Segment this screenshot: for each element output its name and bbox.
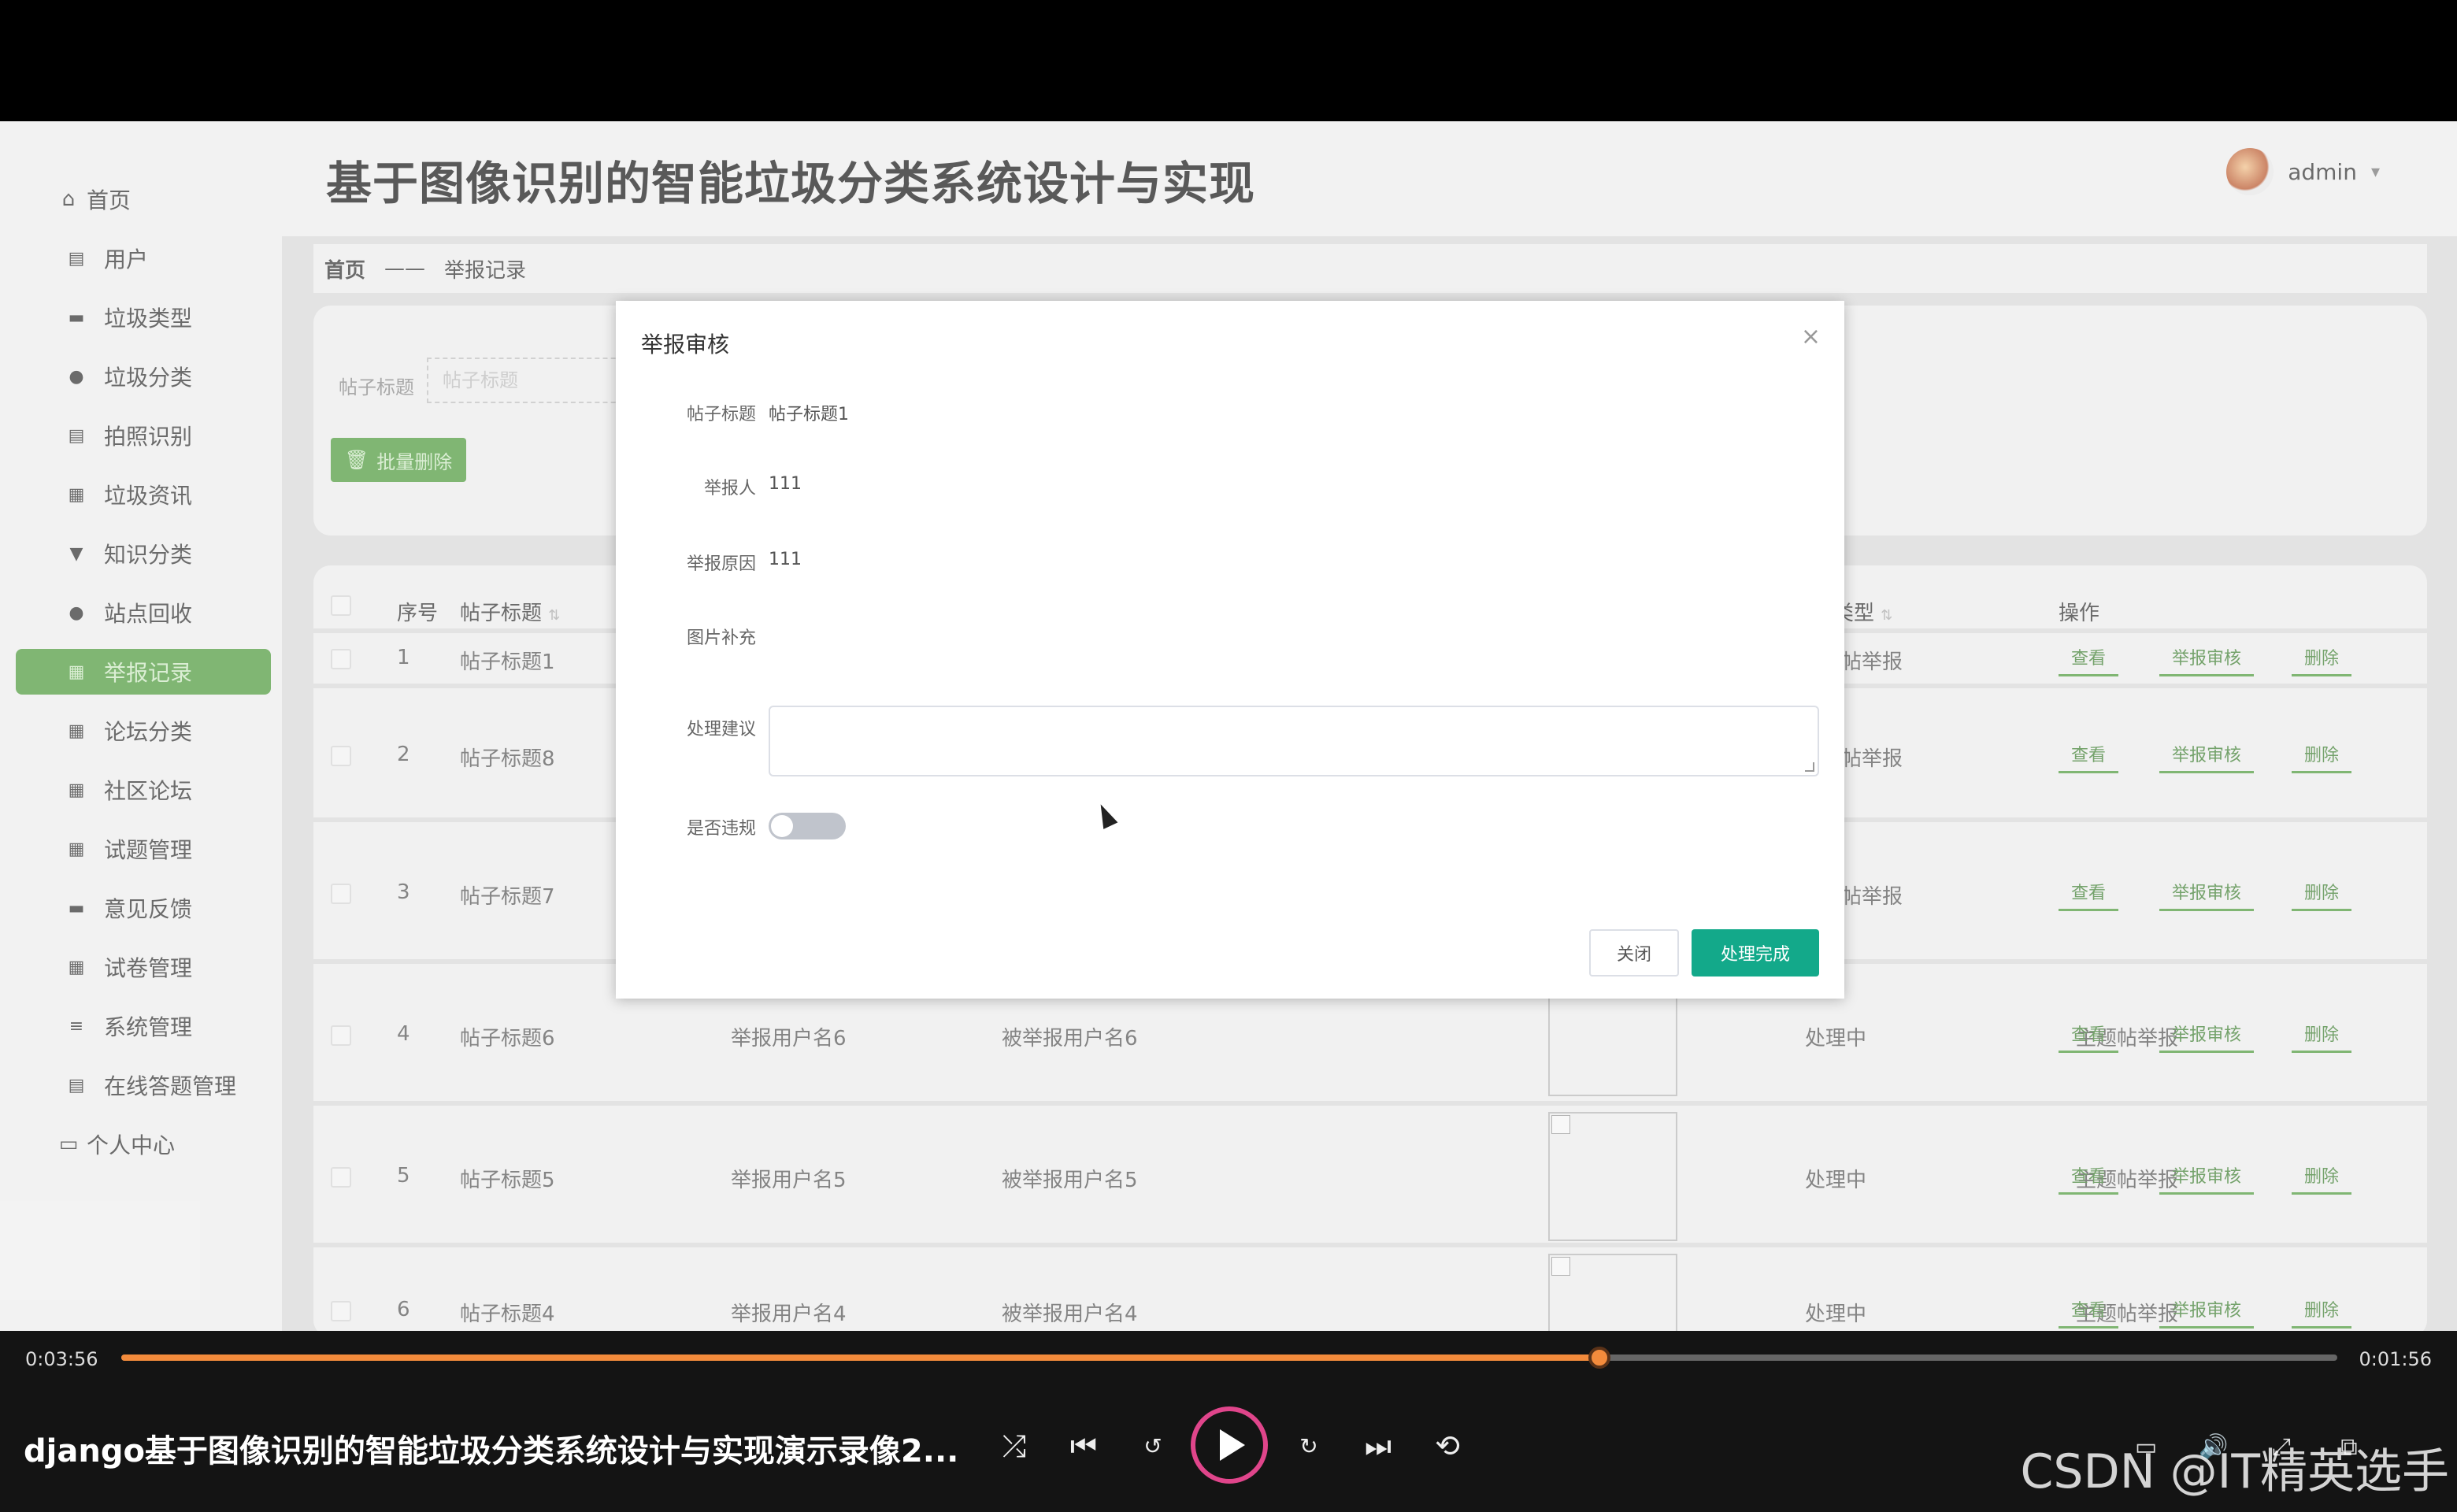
- advice-label: 处理建议: [686, 720, 756, 739]
- reason-label: 举报原因: [686, 554, 756, 574]
- reason-value: 111: [769, 550, 802, 569]
- watermark: CSDN @IT精英选手: [2020, 1444, 2449, 1499]
- reporter-label: 举报人: [703, 479, 756, 498]
- process-done-button[interactable]: 处理完成: [1692, 929, 1819, 976]
- post-title-value: 帖子标题1: [769, 405, 849, 424]
- violation-toggle[interactable]: [769, 813, 846, 839]
- video-player-bar: 0:03:56 0:01:56 django基于图像识别的智能垃圾分类系统设计与…: [0, 1331, 2457, 1512]
- play-icon: [1220, 1429, 1245, 1461]
- toggle-knob: [771, 815, 793, 837]
- remaining-time: 0:01:56: [2359, 1348, 2432, 1370]
- close-icon[interactable]: ×: [1801, 323, 1821, 350]
- advice-textarea[interactable]: [769, 706, 1819, 776]
- rewind-10-icon[interactable]: ↺: [1131, 1424, 1175, 1468]
- play-button[interactable]: [1191, 1406, 1268, 1484]
- next-icon[interactable]: ⏭: [1356, 1424, 1400, 1468]
- violation-label: 是否违规: [686, 819, 756, 839]
- current-time: 0:03:56: [25, 1348, 98, 1370]
- forward-30-icon[interactable]: ↻: [1287, 1424, 1331, 1468]
- image-label: 图片补充: [686, 628, 756, 648]
- progress-track[interactable]: [121, 1347, 2337, 1369]
- reporter-value: 111: [769, 474, 802, 494]
- dialog-title: 举报审核: [641, 332, 730, 358]
- repeat-off-icon[interactable]: ⟲: [1425, 1424, 1469, 1468]
- report-review-dialog: 举报审核 × 帖子标题 帖子标题1 举报人 111 举报原因 111 图片补充 …: [616, 301, 1844, 999]
- video-title: django基于图像识别的智能垃圾分类系统设计与实现演示录像2...: [24, 1433, 959, 1469]
- post-title-label: 帖子标题: [686, 405, 756, 424]
- previous-icon[interactable]: ⏮: [1062, 1424, 1106, 1468]
- shuffle-icon[interactable]: ⤮: [992, 1424, 1036, 1468]
- close-button[interactable]: 关闭: [1589, 929, 1679, 976]
- app-window: ⌂ 首页 ▤ 用户 ▬ 垃圾类型 ● 垃圾分类 ▤ 拍照识别 ▦ 垃圾资讯 ▼ 知识分类 ● 站点回收 ▦ 举报记…: [0, 121, 2457, 1331]
- progress-fill: [121, 1354, 1599, 1361]
- progress-thumb[interactable]: [1588, 1347, 1610, 1369]
